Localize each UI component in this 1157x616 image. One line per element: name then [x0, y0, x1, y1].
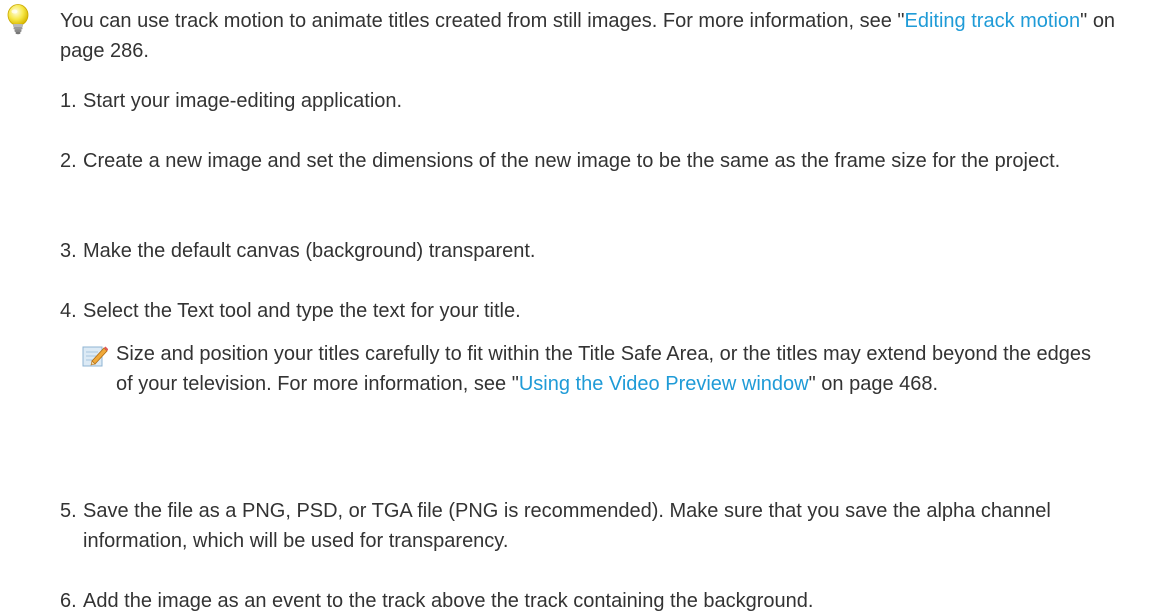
editing-track-motion-link[interactable]: Editing track motion	[905, 10, 1081, 32]
step-text: Create a new image and set the dimension…	[83, 150, 1061, 172]
using-video-preview-window-link[interactable]: Using the Video Preview window	[519, 373, 809, 395]
step-text: Select the Text tool and type the text f…	[83, 300, 521, 322]
step-number: 1.	[60, 90, 77, 112]
step-number: 4.	[60, 300, 77, 322]
step-text: Add the image as an event to the track a…	[83, 590, 814, 612]
step-number: 3.	[60, 240, 77, 262]
note-text: Size and position your titles carefully …	[116, 339, 1101, 399]
step-text: Start your image-editing application.	[83, 90, 403, 112]
note-pencil-icon	[82, 346, 108, 367]
note-text-after: " on page 468.	[808, 373, 939, 395]
step-text: Make the default canvas (background) tra…	[83, 240, 536, 262]
lightbulb-icon	[7, 4, 29, 35]
step-number: 2.	[60, 150, 77, 172]
step-number: 5.	[60, 500, 77, 522]
document-page: You can use track motion to animate titl…	[0, 0, 1157, 612]
tip-text: You can use track motion to animate titl…	[60, 6, 1120, 66]
step-number: 6.	[60, 590, 77, 612]
step-text: Save the file as a PNG, PSD, or TGA file…	[83, 500, 1051, 552]
tip-text-before: You can use track motion to animate titl…	[60, 10, 905, 32]
